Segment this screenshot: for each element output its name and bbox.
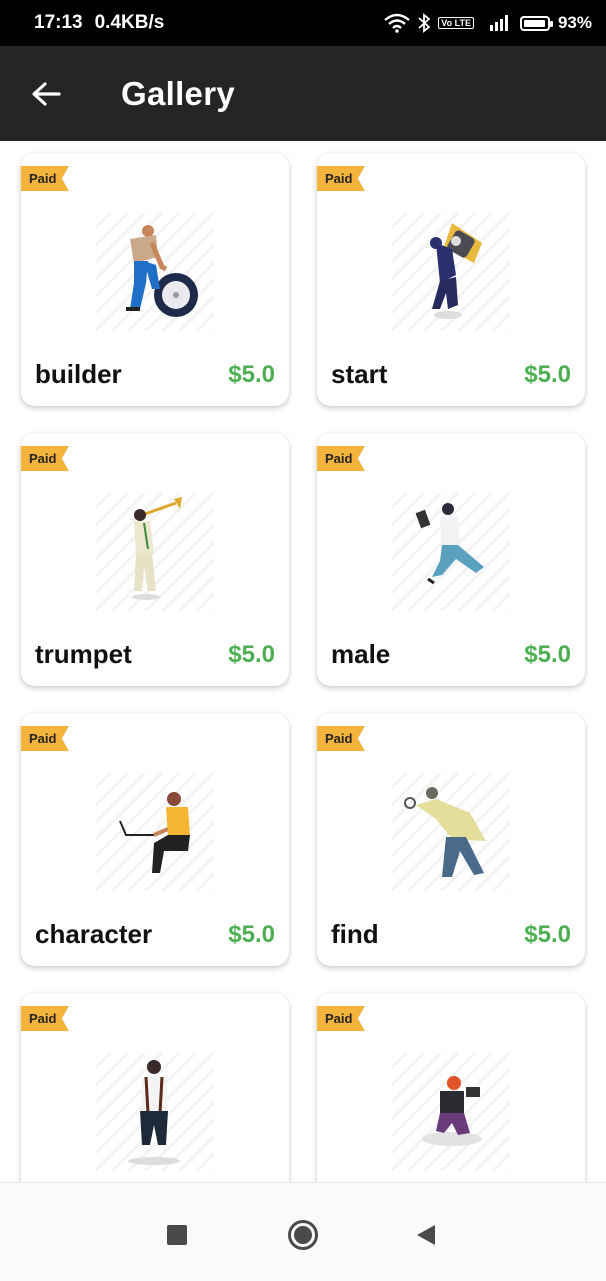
paid-tag: Paid: [317, 1006, 365, 1031]
status-bar: 17:13 0.4KB/s Vo LTE 93%: [0, 0, 606, 46]
gallery-card-start[interactable]: Paid start $5.0: [317, 153, 585, 406]
gallery-card-character[interactable]: Paid character $5.0: [21, 713, 289, 966]
item-name: find: [331, 919, 379, 949]
item-name: start: [331, 359, 388, 389]
page-title: Gallery: [121, 74, 236, 112]
home-button[interactable]: [283, 1215, 323, 1255]
item-price: $5.0: [524, 361, 571, 388]
paid-tag: Paid: [317, 446, 365, 471]
gallery-grid: Paid builder $5.0 Paid start $5.0 Paid t…: [0, 141, 606, 1182]
paid-tag: Paid: [317, 726, 365, 751]
item-name: trumpet: [35, 639, 132, 669]
illustration-running-man-with-laptop: [392, 493, 510, 611]
item-price: $5.0: [524, 921, 571, 948]
illustration-man-carrying-rocket: [392, 213, 510, 331]
item-price: $5.0: [524, 641, 571, 668]
gallery-card-trumpet[interactable]: Paid trumpet $5.0: [21, 433, 289, 686]
gallery-card-suspenders[interactable]: Paid: [21, 993, 289, 1182]
illustration-man-with-suspenders: [96, 1053, 214, 1171]
signal-icon: [482, 13, 512, 33]
volte-icon: Vo LTE: [438, 17, 474, 29]
gallery-card-photographer[interactable]: Paid: [317, 993, 585, 1182]
item-price: $5.0: [228, 641, 275, 668]
illustration-detective-with-magnifier: [392, 773, 510, 891]
illustration-man-sitting-with-laptop: [96, 773, 214, 891]
item-name: character: [35, 919, 153, 949]
gallery-card-male[interactable]: Paid male $5.0: [317, 433, 585, 686]
paid-tag: Paid: [317, 166, 365, 191]
wifi-icon: [384, 13, 411, 33]
illustration-man-with-tire: [96, 213, 214, 331]
square-icon: [167, 1225, 187, 1245]
paid-tag: Paid: [21, 726, 69, 751]
recents-button[interactable]: [157, 1215, 197, 1255]
paid-tag: Paid: [21, 166, 69, 191]
bluetooth-icon: [418, 13, 431, 33]
item-price: $5.0: [228, 921, 275, 948]
item-name: builder: [35, 359, 122, 389]
circle-icon: [288, 1220, 318, 1250]
status-time: 17:13: [34, 12, 83, 33]
item-price: $5.0: [228, 361, 275, 388]
illustration-trumpet-player: [96, 493, 214, 611]
item-name: male: [331, 639, 391, 669]
paid-tag: Paid: [21, 1006, 69, 1031]
nav-back-button[interactable]: [406, 1215, 446, 1255]
app-bar: Gallery: [0, 46, 606, 141]
status-network-speed: 0.4KB/s: [94, 12, 165, 33]
arrow-left-icon: [32, 81, 61, 106]
back-button[interactable]: [16, 64, 76, 124]
paid-tag: Paid: [21, 446, 69, 471]
triangle-back-icon: [417, 1225, 435, 1245]
battery-percent: 93%: [557, 13, 592, 32]
system-nav-bar: [0, 1182, 606, 1281]
illustration-photographer-crouching: [392, 1053, 510, 1171]
battery-icon: [519, 15, 553, 31]
gallery-card-find[interactable]: Paid find $5.0: [317, 713, 585, 966]
gallery-card-builder[interactable]: Paid builder $5.0: [21, 153, 289, 406]
